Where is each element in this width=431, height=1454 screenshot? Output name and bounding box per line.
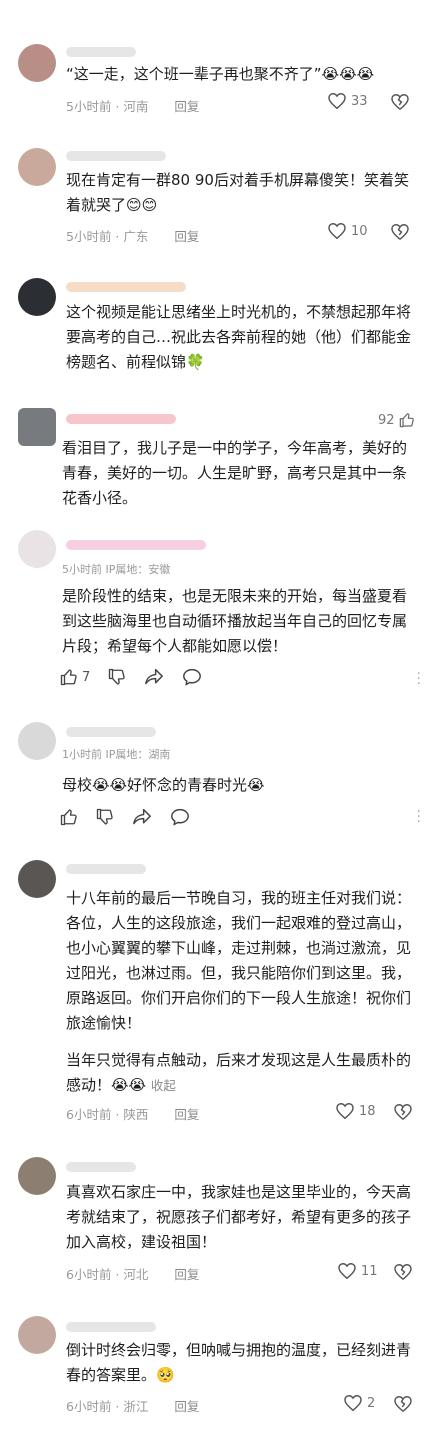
like-count: 11 [361,1263,378,1279]
comment-meta: 6小时前 · 陕西 回复 [66,1107,200,1122]
broken-heart-icon[interactable] [394,1104,412,1120]
comment-list: “这一走，这个班一辈子再也聚不齐了”😭😭😭 5小时前 · 河南 回复 33 现在… [0,0,431,1454]
username-blurred[interactable] [66,727,156,737]
comment-text: 十八年前的最后一节晚自习，我的班主任对我们说：各位，人生的这段旅途，我们一起艰难… [66,889,412,1032]
avatar[interactable] [18,530,56,568]
comment-location: 河南 [123,99,149,114]
reply-button[interactable]: 回复 [174,1267,199,1282]
avatar[interactable] [18,278,56,316]
comment-text: 真喜欢石家庄一中，我家娃也是这里毕业的，今天高考就结束了，祝愿孩子们都考好，希望… [66,1183,412,1251]
share-icon[interactable] [144,668,164,686]
comment-time: 6小时前 [66,1107,112,1122]
broken-heart-icon[interactable] [391,224,409,240]
heart-icon [338,1263,356,1279]
comment-text-line: 当年只觉得有点触动，后来才发现这是人生最质朴的感动！😭😭 [66,1051,412,1094]
like-count: 2 [367,1395,376,1411]
like-count: 33 [351,93,368,109]
username-blurred[interactable] [66,47,136,57]
comment-actions: 7 [60,668,202,686]
heart-icon [336,1103,354,1119]
avatar[interactable] [18,408,56,446]
avatar[interactable] [18,860,56,898]
like-button[interactable]: 18 [336,1103,376,1119]
heart-icon [328,223,346,239]
reply-button[interactable]: 回复 [174,99,199,114]
username-blurred[interactable] [66,540,206,550]
comment-bubble-icon[interactable] [182,668,202,686]
avatar[interactable] [18,722,56,760]
username-blurred[interactable] [66,282,186,292]
comment-time: 6小时前 [66,1399,112,1414]
thumbs-down-icon[interactable] [108,668,126,686]
like-count: 92 [378,412,395,428]
username-blurred[interactable] [66,1162,136,1172]
comment-text: 是阶段性的结束，也是无限未来的开始，每当盛夏看到这些脑海里也自动循环播放起当年自… [62,587,408,655]
reply-button[interactable]: 回复 [174,229,199,244]
heart-icon [328,93,346,109]
collapse-button[interactable]: 收起 [151,1078,176,1093]
reply-button[interactable]: 回复 [174,1399,199,1414]
broken-heart-icon[interactable] [391,94,409,110]
comment-location: 广东 [123,229,149,244]
avatar[interactable] [18,44,56,82]
comment-text: 倒计时终会归零，但呐喊与拥抱的温度，已经刻进青春的答案里。🥺 [66,1341,412,1384]
thumbs-up-icon [60,669,77,686]
like-count: 10 [351,223,368,239]
thumbs-down-icon[interactable] [96,808,114,826]
comment-text-continued: 当年只觉得有点触动，后来才发现这是人生最质朴的感动！😭😭 收起 [66,1048,422,1098]
comment-meta: 6小时前 · 河北 回复 [66,1267,200,1282]
like-button[interactable]: 10 [328,223,368,239]
comment-location: 浙江 [123,1399,149,1414]
comment-text: 母校😭😭好怀念的青春时光😭 [62,776,265,794]
like-count: 7 [82,669,91,685]
broken-heart-icon[interactable] [394,1264,412,1280]
comment-text: 这个视频是能让思绪坐上时光机的，不禁想起那年将要高考的自己…祝此去各奔前程的她（… [66,303,412,371]
broken-heart-icon[interactable] [394,1396,412,1412]
more-options-icon[interactable]: · · · [417,805,421,829]
comment-sub-info: 1小时前 IP属地：湖南 [62,748,171,761]
like-button[interactable]: 92 [378,412,415,428]
avatar[interactable] [18,1316,56,1354]
comment-time: 6小时前 [66,1267,112,1282]
thumbs-up-icon[interactable] [60,808,78,826]
username-blurred[interactable] [66,414,176,424]
comment-location: 河北 [123,1267,149,1282]
share-icon[interactable] [132,808,152,826]
comment-meta: 6小时前 · 浙江 回复 [66,1399,200,1414]
comment-text: 看泪目了，我儿子是一中的学子，今年高考，美好的青春，美好的一切。人生是旷野，高考… [62,439,408,507]
comment-meta: 5小时前 · 河南 回复 [66,99,200,114]
heart-icon [344,1395,362,1411]
comment-location: 陕西 [123,1107,149,1122]
thumbs-up-icon [399,413,414,428]
like-button[interactable]: 2 [344,1395,375,1411]
reply-button[interactable]: 回复 [174,1107,199,1122]
avatar[interactable] [18,148,56,186]
username-blurred[interactable] [66,1322,156,1332]
comment-actions [60,808,190,826]
like-count: 18 [359,1103,376,1119]
username-blurred[interactable] [66,151,166,161]
comment-text: 现在肯定有一群80 90后对着手机屏幕傻笑！笑着笑着就哭了😊😊 [66,171,409,214]
avatar[interactable] [18,1157,56,1195]
like-button[interactable]: 11 [338,1263,378,1279]
comment-meta: 5小时前 · 广东 回复 [66,229,200,244]
like-button[interactable]: 33 [328,93,368,109]
like-button[interactable]: 7 [60,668,90,686]
comment-bubble-icon[interactable] [170,808,190,826]
comment-time: 5小时前 [66,99,112,114]
comment-sub-info: 5小时前 IP属地：安徽 [62,563,171,576]
comment-time: 5小时前 [66,229,112,244]
username-blurred[interactable] [66,864,146,874]
more-options-icon[interactable]: · · · [417,667,421,691]
comment-text: “这一走，这个班一辈子再也聚不齐了”😭😭😭 [66,65,375,83]
